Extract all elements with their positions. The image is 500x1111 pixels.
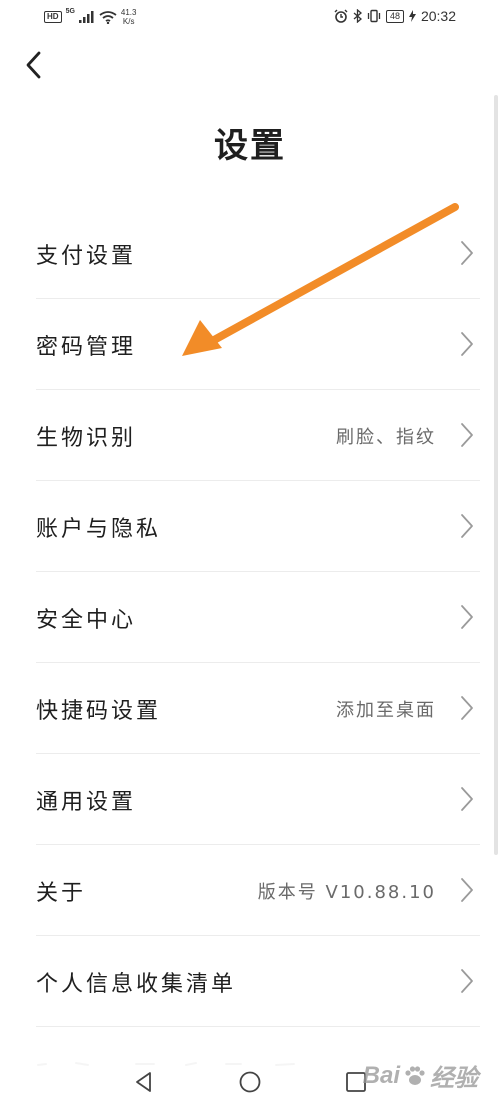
item-label: 生物识别 — [36, 426, 137, 451]
speed-value: 41.3 — [120, 8, 137, 17]
alarm-icon — [334, 9, 348, 23]
item-label: 关于 — [36, 881, 87, 906]
chevron-right-icon — [461, 787, 473, 811]
settings-item-personal-info-list[interactable]: 个人信息收集清单 — [36, 936, 480, 1027]
clock: 20:32 — [420, 8, 456, 24]
chevron-right-icon — [461, 241, 473, 265]
settings-item-quick-code[interactable]: 快捷码设置 添加至桌面 — [36, 663, 480, 754]
status-bar: HD 5G 41.3 K/s 48 20:32 — [0, 0, 500, 36]
status-right: 48 20:32 — [334, 8, 456, 24]
status-left: HD 5G 41.3 K/s — [44, 8, 136, 26]
chevron-right-icon — [461, 332, 473, 356]
item-label: 密码管理 — [36, 335, 137, 360]
item-label: 账户与隐私 — [36, 517, 162, 542]
page-title: 设置 — [214, 126, 286, 166]
scrollbar[interactable] — [494, 95, 498, 855]
nav-back-icon[interactable] — [132, 1070, 156, 1094]
vibrate-icon — [367, 9, 381, 23]
settings-item-about[interactable]: 关于 版本号 V10.88.10 — [36, 845, 480, 936]
item-label: 通用设置 — [36, 790, 137, 815]
watermark: Bai 经验 — [363, 1058, 478, 1093]
signal-icon — [78, 11, 94, 23]
chevron-right-icon — [461, 696, 473, 720]
chevron-right-icon — [461, 969, 473, 993]
item-value: 添加至桌面 — [336, 700, 436, 721]
hd-badge: HD — [44, 11, 62, 23]
paw-logo-icon — [405, 1065, 425, 1085]
settings-list: 支付设置 密码管理 生物识别 刷脸、指纹 账户与隐私 安全中心 快捷码设置 添加… — [0, 208, 500, 1077]
settings-item-password[interactable]: 密码管理 — [36, 299, 480, 390]
bluetooth-icon — [353, 9, 362, 23]
item-value: 刷脸、指纹 — [336, 427, 436, 448]
network-speed: 41.3 K/s — [121, 8, 137, 26]
chevron-right-icon — [461, 878, 473, 902]
settings-item-security-center[interactable]: 安全中心 — [36, 572, 480, 663]
speed-unit: K/s — [122, 17, 135, 26]
item-label: 支付设置 — [36, 244, 137, 269]
item-value: 版本号 V10.88.10 — [257, 882, 436, 903]
battery-level: 48 — [385, 9, 404, 23]
item-label: 安全中心 — [36, 608, 137, 633]
chevron-right-icon — [461, 605, 473, 629]
settings-item-general[interactable]: 通用设置 — [36, 754, 480, 845]
watermark-text-right: 经验 — [430, 1065, 478, 1092]
chevron-left-icon — [26, 51, 41, 79]
item-label: 快捷码设置 — [36, 699, 162, 724]
nav-home-icon[interactable] — [238, 1070, 262, 1094]
wifi-icon — [99, 10, 117, 24]
watermark-text-left: Bai — [362, 1061, 400, 1089]
network-type: 5G — [65, 8, 75, 15]
settings-item-biometrics[interactable]: 生物识别 刷脸、指纹 — [36, 390, 480, 481]
settings-item-payment[interactable]: 支付设置 — [36, 208, 480, 299]
settings-item-account-privacy[interactable]: 账户与隐私 — [36, 481, 480, 572]
back-button[interactable] — [18, 48, 48, 82]
chevron-right-icon — [461, 514, 473, 538]
charging-icon — [408, 10, 416, 22]
chevron-right-icon — [461, 423, 473, 447]
item-label: 个人信息收集清单 — [36, 972, 237, 997]
